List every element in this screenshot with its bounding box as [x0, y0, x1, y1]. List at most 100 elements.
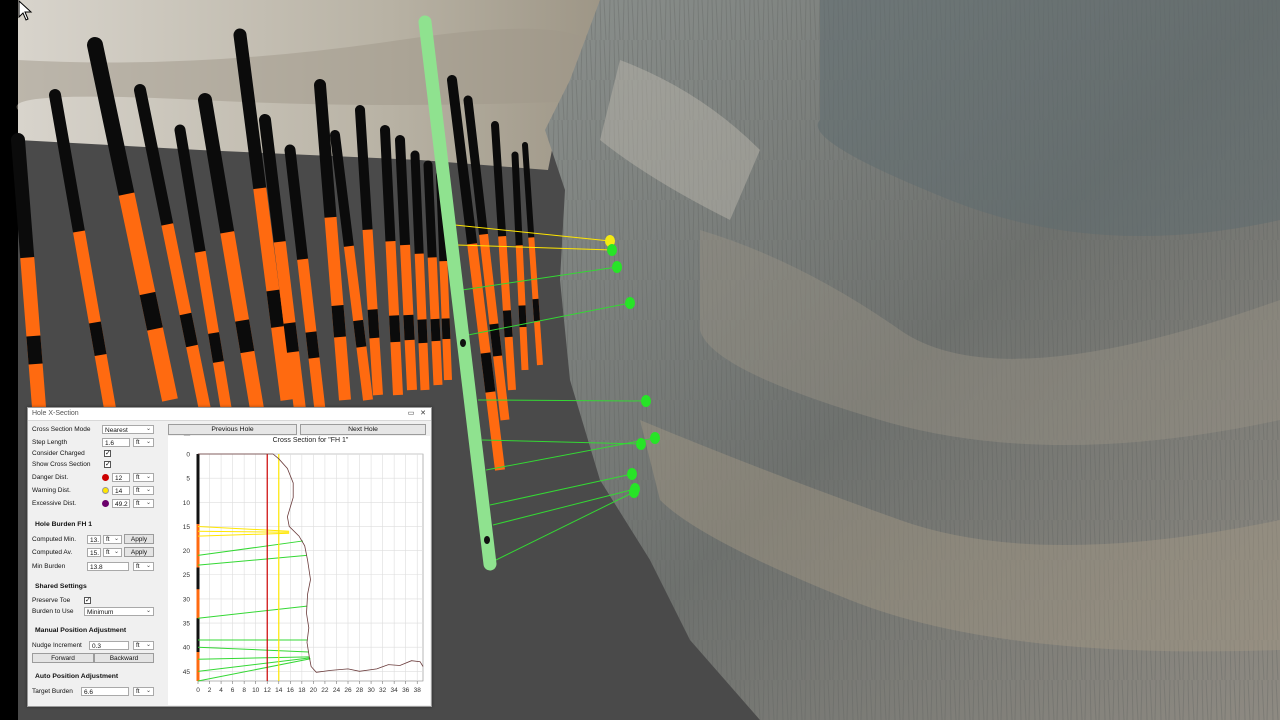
drill-hole-column — [11, 133, 35, 265]
next-hole-button[interactable]: Next Hole — [300, 424, 426, 435]
preserve-toe-checkbox[interactable]: ✓ — [84, 597, 91, 604]
warning-color-swatch[interactable] — [102, 487, 109, 494]
y-tick-label: 45 — [183, 669, 191, 676]
previous-hole-button[interactable]: Previous Hole — [168, 424, 297, 435]
hole-x-section-panel: Hole X-Section ▭ ✕ Cross Section Mode Ne… — [27, 407, 432, 707]
drill-hole-stemming — [139, 291, 163, 331]
panel-titlebar[interactable]: Hole X-Section ▭ ✕ — [28, 408, 431, 421]
burden-to-use-label: Burden to Use — [32, 608, 74, 615]
x-tick-label: 28 — [356, 687, 364, 694]
computed-av-value: 15. — [87, 548, 101, 557]
manual-adjustment-heading: Manual Position Adjustment — [35, 627, 127, 634]
step-length-input[interactable]: 1.6 — [102, 438, 130, 447]
panel-title: Hole X-Section — [32, 410, 79, 417]
apply-av-button[interactable]: Apply — [124, 547, 154, 557]
excessive-color-swatch[interactable] — [102, 500, 109, 507]
x-tick-label: 12 — [264, 687, 272, 694]
drill-hole-stemming — [331, 305, 346, 338]
face-contact-point — [627, 468, 637, 480]
consider-charged-checkbox[interactable]: ✓ — [104, 450, 111, 457]
computed-min-value: 13. — [87, 535, 101, 544]
min-burden-label: Min Burden — [32, 563, 66, 570]
restore-icon[interactable]: ▭ — [405, 408, 417, 420]
drill-hole-stemming — [305, 331, 320, 359]
x-tick-label: 24 — [333, 687, 341, 694]
warning-dist-input[interactable]: 14 — [112, 486, 130, 495]
danger-dist-unit[interactable]: ft — [133, 473, 154, 482]
face-contact-point — [612, 261, 622, 273]
danger-dist-label: Danger Dist. — [32, 474, 69, 481]
y-tick-label: 0 — [186, 452, 190, 459]
excessive-dist-unit[interactable]: ft — [133, 499, 154, 508]
target-burden-label: Target Burden — [32, 688, 73, 695]
forward-button[interactable]: Forward — [32, 653, 94, 663]
x-tick-label: 4 — [219, 687, 223, 694]
auto-adjustment-heading: Auto Position Adjustment — [35, 673, 119, 680]
y-tick-label: 30 — [183, 596, 191, 603]
min-burden-unit[interactable]: ft — [133, 562, 154, 571]
drill-hole-stemming — [389, 315, 401, 343]
y-tick-label: 40 — [183, 645, 191, 652]
drill-hole-stemming — [283, 322, 299, 353]
drill-hole-stemming — [266, 289, 285, 328]
x-tick-label: 2 — [208, 687, 212, 694]
show-cross-section-checkbox[interactable]: ✓ — [104, 461, 111, 468]
y-tick-label: 35 — [183, 621, 191, 628]
nudge-increment-label: Nudge Increment — [32, 642, 82, 649]
settings-column: Cross Section Mode Nearest Step Length 1… — [28, 421, 158, 704]
x-tick-label: 22 — [321, 687, 329, 694]
step-length-label: Step Length — [32, 439, 68, 446]
y-tick-label: 15 — [183, 524, 191, 531]
x-tick-label: 18 — [298, 687, 306, 694]
x-tick-label: 26 — [344, 687, 352, 694]
x-tick-label: 10 — [252, 687, 260, 694]
drill-hole-column — [410, 150, 424, 259]
drill-hole-stemming — [417, 319, 428, 344]
selected-hole-marker — [484, 536, 490, 544]
target-burden-input[interactable]: 6.6 — [81, 687, 129, 696]
cross-section-chart: Cross Section for "FH 1" 0 2 4 6 8 10 12 14 16 18 2… — [168, 436, 430, 705]
drill-hole-stemming — [26, 335, 43, 365]
apply-min-button[interactable]: Apply — [124, 534, 154, 544]
drill-hole-stemming — [480, 352, 496, 393]
step-length-unit[interactable]: ft — [133, 438, 154, 447]
computed-min-unit[interactable]: ft — [103, 535, 122, 544]
y-tick-label: 10 — [183, 500, 191, 507]
face-contact-point — [629, 486, 639, 498]
cross-section-mode-label: Cross Section Mode — [32, 426, 91, 433]
face-contact-point — [625, 297, 635, 309]
y-tick-label: 5 — [186, 476, 190, 483]
nudge-increment-input[interactable]: 0.3 — [89, 641, 129, 650]
drill-hole-stemming — [367, 309, 380, 339]
x-tick-label: 36 — [402, 687, 410, 694]
hole-burden-heading: Hole Burden FH 1 — [35, 521, 93, 528]
computed-av-label: Computed Av. — [32, 549, 73, 556]
drill-hole-stemming — [235, 319, 255, 354]
x-tick-label: 32 — [379, 687, 387, 694]
x-tick-label: 30 — [367, 687, 375, 694]
y-tick-label: 20 — [183, 548, 191, 555]
excessive-dist-input[interactable]: 49.2 — [112, 499, 130, 508]
x-tick-label: 20 — [310, 687, 318, 694]
cross-section-mode-select[interactable]: Nearest — [102, 425, 154, 434]
warning-dist-label: Warning Dist. — [32, 487, 71, 494]
y-tick-label: 25 — [183, 572, 191, 579]
burden-to-use-select[interactable]: Minimum — [84, 607, 154, 616]
danger-color-swatch[interactable] — [102, 474, 109, 481]
warning-dist-unit[interactable]: ft — [133, 486, 154, 495]
backward-button[interactable]: Backward — [94, 653, 154, 663]
close-icon[interactable]: ✕ — [417, 408, 429, 420]
min-burden-input[interactable]: 13.8 — [87, 562, 129, 571]
x-tick-label: 0 — [196, 687, 200, 694]
danger-dist-input[interactable]: 12 — [112, 473, 130, 482]
x-tick-label: 14 — [275, 687, 283, 694]
computed-av-unit[interactable]: ft — [103, 548, 122, 557]
drill-hole-stemming — [403, 314, 415, 341]
x-tick-label: 38 — [414, 687, 422, 694]
target-burden-unit[interactable]: ft — [133, 687, 154, 696]
x-tick-label: 34 — [391, 687, 399, 694]
computed-min-label: Computed Min. — [32, 536, 77, 543]
nudge-increment-unit[interactable]: ft — [133, 641, 154, 650]
drill-hole-column — [380, 125, 396, 247]
show-cross-section-label: Show Cross Section — [32, 461, 91, 468]
